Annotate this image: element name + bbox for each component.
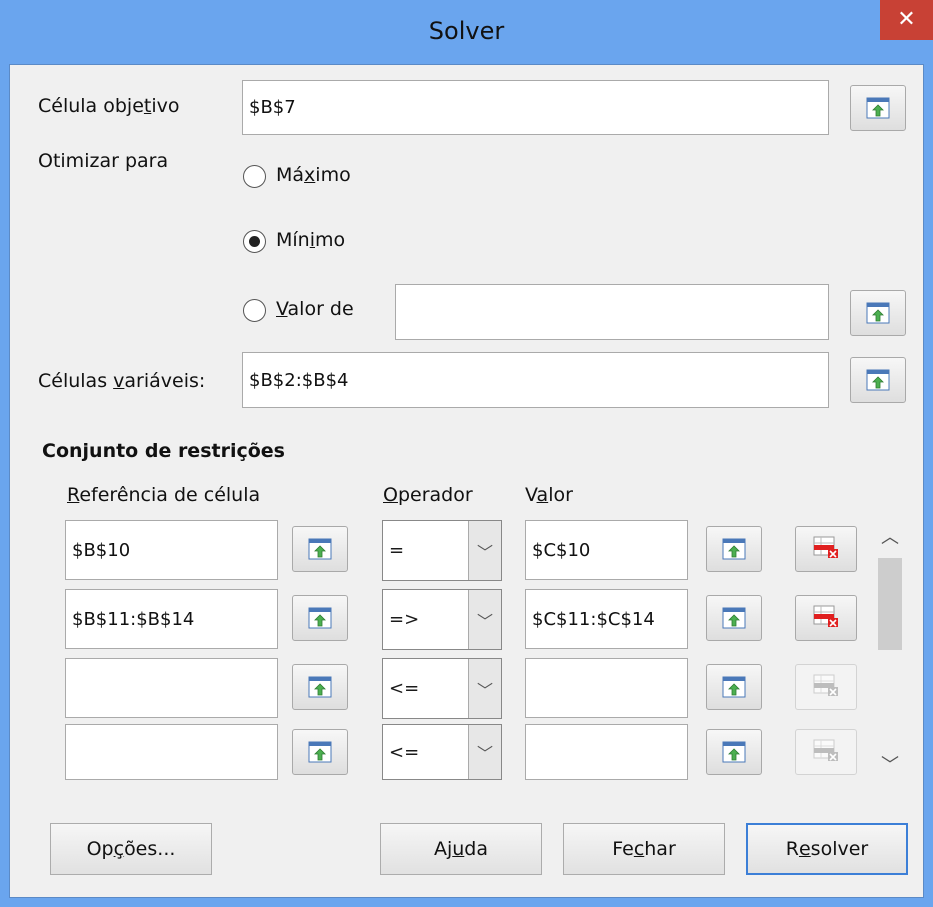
shrink-icon: [866, 302, 890, 324]
constraint-ref-input[interactable]: [65, 724, 278, 780]
column-header-value: Valor: [525, 484, 573, 506]
value-of-shrink-button[interactable]: [850, 290, 906, 336]
objective-label: Célula objetivo: [38, 95, 180, 117]
constraint-value-shrink-button[interactable]: [706, 595, 762, 641]
scroll-down-icon[interactable]: ﹀: [878, 754, 902, 778]
shrink-icon: [866, 369, 890, 391]
constraint-operator-select[interactable]: => ﹀: [382, 589, 502, 650]
variable-cells-shrink-button[interactable]: [850, 357, 906, 403]
scrollbar-thumb[interactable]: [878, 558, 902, 650]
chevron-down-icon: ﹀: [468, 725, 501, 779]
shrink-icon: [866, 97, 890, 119]
shrink-icon: [308, 607, 332, 629]
constraint-ref-input[interactable]: $B$11:$B$14: [65, 589, 278, 649]
close-icon[interactable]: ✕: [880, 0, 933, 40]
constraint-operator-select[interactable]: <= ﹀: [382, 724, 502, 780]
radio-value-of[interactable]: [243, 299, 266, 322]
constraint-value-input[interactable]: [525, 658, 688, 718]
constraint-ref-shrink-button[interactable]: [292, 729, 348, 775]
scroll-up-icon[interactable]: ︿: [878, 526, 902, 550]
constraint-value-input[interactable]: $C$11:$C$14: [525, 589, 688, 649]
delete-constraint-button[interactable]: [795, 526, 857, 572]
constraints-heading: Conjunto de restrições: [42, 440, 285, 462]
radio-minimum[interactable]: [243, 230, 266, 253]
shrink-icon: [308, 676, 332, 698]
radio-maximum[interactable]: [243, 165, 266, 188]
constraint-operator-select[interactable]: = ﹀: [382, 520, 502, 581]
help-button[interactable]: Aj u da: [380, 823, 542, 875]
solve-button[interactable]: Re solver: [746, 823, 908, 875]
delete-row-icon: [813, 738, 839, 767]
chevron-down-icon: ﹀: [468, 590, 501, 649]
delete-constraint-button[interactable]: [795, 595, 857, 641]
shrink-icon: [722, 741, 746, 763]
radio-minimum-label: Mínimo: [276, 229, 346, 251]
radio-value-of-label: Valor de: [276, 298, 354, 320]
constraint-value-shrink-button[interactable]: [706, 729, 762, 775]
delete-constraint-button[interactable]: [795, 664, 857, 710]
constraint-ref-shrink-button[interactable]: [292, 664, 348, 710]
constraint-ref-shrink-button[interactable]: [292, 526, 348, 572]
delete-row-icon: [813, 535, 839, 564]
value-of-input[interactable]: [395, 284, 829, 340]
constraint-operator-select[interactable]: <= ﹀: [382, 658, 502, 719]
delete-constraint-button[interactable]: [795, 729, 857, 775]
delete-row-icon: [813, 673, 839, 702]
objective-shrink-button[interactable]: [850, 85, 906, 131]
title-bar: Solver ✕: [0, 0, 933, 68]
delete-row-icon: [813, 604, 839, 633]
constraint-value-input[interactable]: [525, 724, 688, 780]
shrink-icon: [722, 607, 746, 629]
constraint-ref-shrink-button[interactable]: [292, 595, 348, 641]
options-button[interactable]: Op ç ões...: [50, 823, 212, 875]
window-title: Solver: [428, 17, 505, 45]
shrink-icon: [722, 676, 746, 698]
constraint-value-shrink-button[interactable]: [706, 526, 762, 572]
constraint-value-shrink-button[interactable]: [706, 664, 762, 710]
objective-cell-input[interactable]: $B$7: [242, 80, 829, 135]
variable-cells-label: Células variáveis:: [38, 370, 206, 392]
shrink-icon: [308, 538, 332, 560]
constraint-ref-input[interactable]: [65, 658, 278, 718]
column-header-reference: Referência de célula: [67, 484, 261, 506]
radio-maximum-label: Máximo: [276, 164, 351, 186]
variable-cells-input[interactable]: $B$2:$B$4: [242, 352, 829, 408]
shrink-icon: [308, 741, 332, 763]
chevron-down-icon: ﹀: [468, 659, 501, 718]
shrink-icon: [722, 538, 746, 560]
optimize-label: Otimizar para: [38, 150, 169, 172]
column-header-operator: Operador: [383, 484, 473, 506]
chevron-down-icon: ﹀: [468, 521, 501, 580]
close-button[interactable]: Fe c har: [563, 823, 725, 875]
constraint-value-input[interactable]: $C$10: [525, 520, 688, 580]
constraint-ref-input[interactable]: $B$10: [65, 520, 278, 580]
